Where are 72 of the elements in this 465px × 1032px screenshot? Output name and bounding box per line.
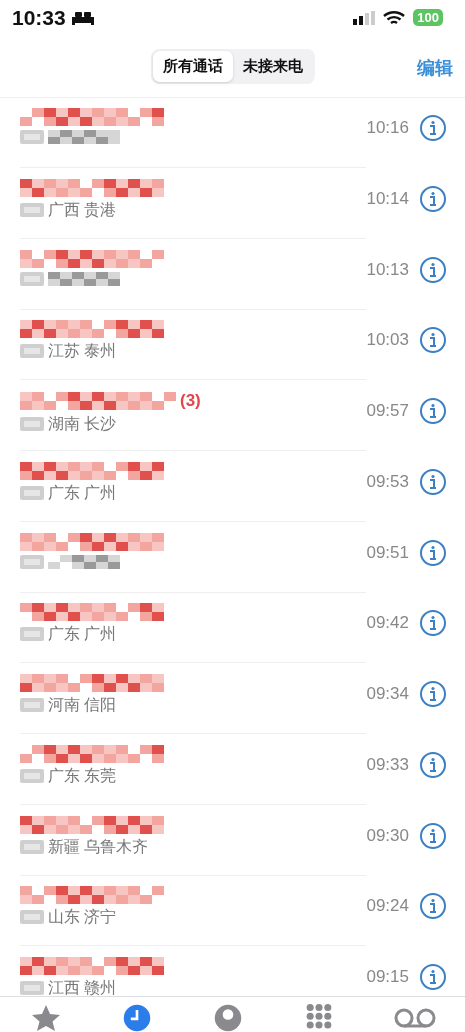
sim-label-icon (20, 344, 44, 359)
sim-label-icon (20, 910, 44, 925)
call-row[interactable]: 广东 广州 09:42 (0, 593, 465, 664)
info-icon[interactable] (419, 609, 447, 638)
call-location: 广东 广州 (48, 483, 117, 502)
sim-label-icon (20, 130, 44, 144)
bed-icon (71, 10, 94, 25)
call-location: 广东 广州 (48, 625, 117, 644)
call-row[interactable]: 河南 信阳 09:34 (0, 664, 465, 735)
call-location: 江苏 泰州 (48, 342, 117, 361)
signal-icon (353, 10, 376, 25)
sim-label-icon (20, 417, 44, 431)
call-row[interactable]: (3) 湖南 长沙 09:57 (0, 381, 465, 452)
call-row[interactable]: 广东 广州 09:53 (0, 451, 465, 523)
call-time: 09:42 (366, 613, 409, 634)
filter-tab[interactable]: 未接来电 (232, 50, 313, 82)
call-time: 09:34 (366, 684, 409, 704)
info-icon[interactable] (419, 114, 447, 142)
call-location: 新疆 乌鲁木齐 (48, 837, 149, 856)
sim-label-icon (20, 554, 44, 569)
info-icon[interactable] (419, 326, 447, 355)
call-location: 河南 信阳 (48, 696, 117, 714)
call-location: 广东 东莞 (48, 766, 117, 785)
call-row[interactable]: 10:13 (0, 239, 465, 311)
info-icon[interactable] (419, 750, 447, 779)
call-time: 10:13 (366, 259, 409, 280)
sim-label-icon (20, 627, 44, 642)
call-time: 09:53 (366, 471, 409, 492)
call-row[interactable]: 新疆 乌鲁木齐 09:30 (0, 805, 465, 877)
call-time: 09:15 (366, 967, 409, 987)
call-location: 江西 赣州 (48, 979, 117, 996)
call-row[interactable]: 山东 济宁 09:24 (0, 876, 465, 947)
info-icon[interactable] (419, 680, 447, 708)
call-row[interactable]: 09:51 (0, 522, 465, 594)
info-icon[interactable] (419, 963, 447, 991)
info-icon[interactable] (419, 467, 447, 496)
sim-label-icon (20, 698, 44, 712)
sim-label-icon (20, 271, 44, 286)
call-location: 山东 济宁 (48, 908, 117, 927)
call-location: 湖南 长沙 (48, 415, 117, 433)
call-row[interactable]: 广东 东莞 09:33 (0, 734, 465, 806)
pixelated-location-drawing (48, 130, 120, 144)
call-row[interactable]: 广西 贵港 10:14 (0, 168, 465, 240)
call-time: 09:33 (366, 754, 409, 775)
info-icon[interactable] (419, 397, 447, 425)
call-time: 10:14 (366, 188, 409, 209)
call-time: 10:16 (366, 118, 409, 138)
call-location: 广西 贵港 (48, 200, 117, 219)
call-time: 09:51 (366, 542, 409, 563)
call-row[interactable]: 江苏 泰州 10:03 (0, 310, 465, 381)
sim-label-icon (20, 839, 44, 854)
pixelated-location-drawing (48, 554, 120, 569)
info-icon[interactable] (419, 255, 447, 284)
info-icon[interactable] (419, 538, 447, 567)
call-count: (3) (180, 391, 201, 411)
filter-tab[interactable]: 所有通话 (152, 50, 233, 82)
call-time: 09:30 (366, 825, 409, 846)
info-icon[interactable] (419, 821, 447, 850)
call-time: 09:24 (366, 896, 409, 917)
edit-button[interactable]: 编辑 (411, 55, 459, 81)
info-icon[interactable] (419, 892, 447, 921)
pixelated-location-drawing (48, 271, 120, 286)
call-time: 09:57 (366, 401, 409, 421)
battery-level: 100 (413, 9, 443, 26)
sim-label-icon (20, 768, 44, 783)
sim-label-icon (20, 485, 44, 500)
wifi-icon (383, 9, 406, 26)
call-time: 10:03 (366, 330, 409, 351)
sim-label-icon (20, 202, 44, 217)
info-icon[interactable] (419, 184, 447, 213)
status-time: 10:33 (12, 5, 66, 30)
call-row[interactable]: 10:16 (0, 98, 465, 169)
